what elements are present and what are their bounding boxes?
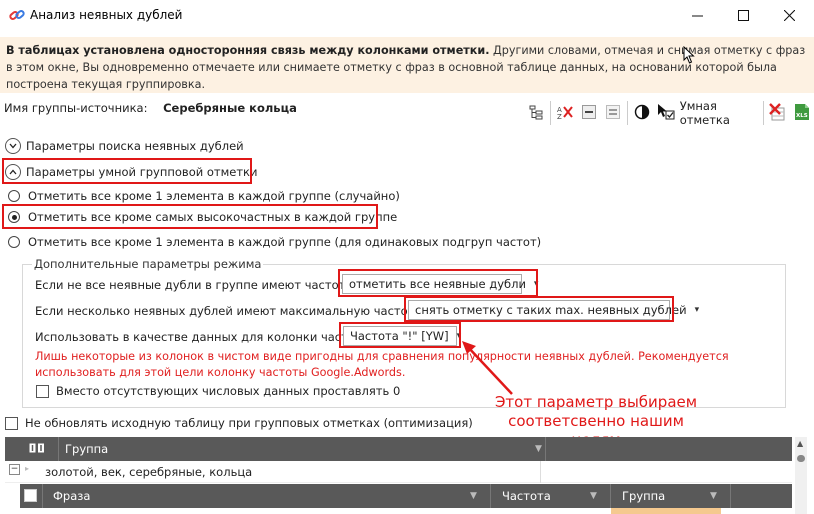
- minus-icon: [581, 104, 596, 122]
- close-button[interactable]: [766, 0, 812, 31]
- highlight-box: [2, 204, 378, 229]
- column-header-frequency[interactable]: Частота: [502, 484, 551, 508]
- cursor-checkbox-icon: [656, 103, 676, 124]
- chain-link-icon: [9, 7, 25, 23]
- delete-table-icon: [769, 102, 787, 124]
- sort-az-clear-icon: AZ: [556, 104, 574, 123]
- toolbar-divider: [626, 101, 628, 125]
- highlight-box: [2, 158, 252, 184]
- column-divider: [545, 437, 546, 461]
- table-row[interactable]: − ▸ золотой, век, серебряные, кольца: [5, 461, 792, 483]
- warning-text: Лишь некоторые из колонок в чистом виде …: [35, 350, 729, 379]
- maximize-button[interactable]: [720, 0, 766, 31]
- highlight-box: [404, 296, 674, 322]
- group-grid-header: Группа ▼: [5, 437, 792, 461]
- scrollbar-thumb[interactable]: [797, 455, 805, 462]
- extra-params-legend: Дополнительные параметры режима: [32, 257, 264, 271]
- annotation-arrow-icon: [462, 341, 513, 395]
- tree-expand-button[interactable]: [524, 99, 548, 127]
- equal-icon: [605, 104, 620, 122]
- scroll-up-icon[interactable]: ▲: [797, 439, 803, 448]
- sort-clear-button[interactable]: AZ: [553, 99, 577, 127]
- source-group-row: Имя группы-источника: Серебряные кольца: [4, 101, 297, 115]
- filter-icon[interactable]: ▼: [590, 491, 597, 501]
- freq-column-label: Использовать в качестве данных для колон…: [35, 330, 375, 344]
- delete-grid-button[interactable]: [766, 99, 790, 127]
- sorted-column-highlight: [611, 508, 721, 514]
- partial-freq-label: Если не все неявные дубли в группе имеют…: [35, 278, 374, 292]
- contrast-button[interactable]: [630, 99, 654, 127]
- svg-text:Z: Z: [557, 113, 562, 120]
- window-title: Анализ неявных дублей: [30, 8, 183, 22]
- column-header-group[interactable]: Группа: [65, 437, 108, 461]
- highlight-box: [339, 322, 461, 348]
- column-divider: [610, 484, 611, 508]
- excel-icon: XLS: [794, 103, 810, 124]
- no-update-checkbox[interactable]: [5, 416, 18, 430]
- select-all-checkbox[interactable]: [24, 489, 37, 502]
- toolbar-divider: [550, 101, 551, 125]
- column-chooser-button[interactable]: [29, 437, 45, 461]
- svg-text:XLS: XLS: [796, 113, 808, 119]
- radio-button[interactable]: [8, 236, 20, 248]
- collapse-button[interactable]: [577, 99, 601, 127]
- max-freq-label: Если несколько неявных дублей имеют макс…: [35, 304, 443, 318]
- tree-icon: [528, 104, 544, 123]
- radio-label: Отметить все кроме 1 элемента в каждой г…: [28, 189, 400, 203]
- radio-button[interactable]: [8, 190, 20, 202]
- source-group-value: Серебряные кольца: [163, 101, 297, 115]
- column-divider: [540, 461, 541, 483]
- row-pointer-icon: ▸: [25, 464, 30, 473]
- collapse-row-icon[interactable]: −: [9, 464, 20, 475]
- column-header-group2[interactable]: Группа: [622, 484, 665, 508]
- column-divider: [58, 437, 59, 461]
- smart-mark-label: Умная отметка: [679, 99, 730, 127]
- export-xls-button[interactable]: XLS: [790, 99, 814, 127]
- radio-label: Отметить все кроме 1 элемента в каждой г…: [28, 235, 542, 249]
- zero-fill-checkbox-row[interactable]: Вместо отсутствующих числовых данных про…: [36, 384, 400, 398]
- highlight-box: [338, 269, 538, 297]
- filter-icon[interactable]: ▼: [470, 491, 477, 501]
- title-bar: Анализ неявных дублей: [0, 0, 814, 31]
- vertical-scrollbar[interactable]: ▲: [795, 437, 807, 514]
- group-cell: золотой, век, серебряные, кольца: [45, 465, 253, 479]
- phrase-grid-header: Фраза ▼ Частота ▼ Группа ▼: [20, 484, 792, 508]
- mouse-cursor-icon: [683, 45, 695, 67]
- source-group-label: Имя группы-источника:: [4, 101, 148, 115]
- no-update-checkbox-row[interactable]: Не обновлять исходную таблицу при группо…: [5, 416, 473, 430]
- annotation-line-1: Этот параметр выбираем: [494, 393, 698, 411]
- no-update-label: Не обновлять исходную таблицу при группо…: [25, 416, 473, 430]
- equal-button[interactable]: [601, 99, 625, 127]
- column-header-phrase[interactable]: Фраза: [53, 484, 90, 508]
- toolbar-divider: [763, 101, 764, 125]
- zero-fill-label: Вместо отсутствующих числовых данных про…: [56, 384, 401, 398]
- smart-mark-button[interactable]: Умная отметка: [654, 99, 755, 127]
- search-params-label: Параметры поиска неявных дублей: [26, 139, 244, 153]
- filter-icon[interactable]: ▼: [710, 491, 717, 501]
- radio-option-equal-subgroups[interactable]: Отметить все кроме 1 элемента в каждой г…: [8, 235, 541, 249]
- toolbar: AZ Умная отметка XLS: [524, 98, 814, 128]
- contrast-icon: [634, 104, 650, 123]
- filter-icon[interactable]: ▼: [535, 444, 542, 454]
- column-divider: [42, 484, 43, 508]
- zero-fill-checkbox[interactable]: [36, 384, 49, 398]
- columns-icon: [29, 442, 45, 456]
- minimize-button[interactable]: [674, 0, 720, 31]
- radio-option-random[interactable]: Отметить все кроме 1 элемента в каждой г…: [8, 189, 400, 203]
- column-divider: [490, 484, 491, 508]
- chevron-down-icon: [5, 138, 21, 154]
- chevron-down-icon: ▾: [694, 305, 700, 315]
- column-divider: [730, 484, 731, 508]
- search-params-section[interactable]: Параметры поиска неявных дублей: [5, 138, 244, 154]
- banner-bold-text: В таблицах установлена односторонняя свя…: [6, 44, 490, 57]
